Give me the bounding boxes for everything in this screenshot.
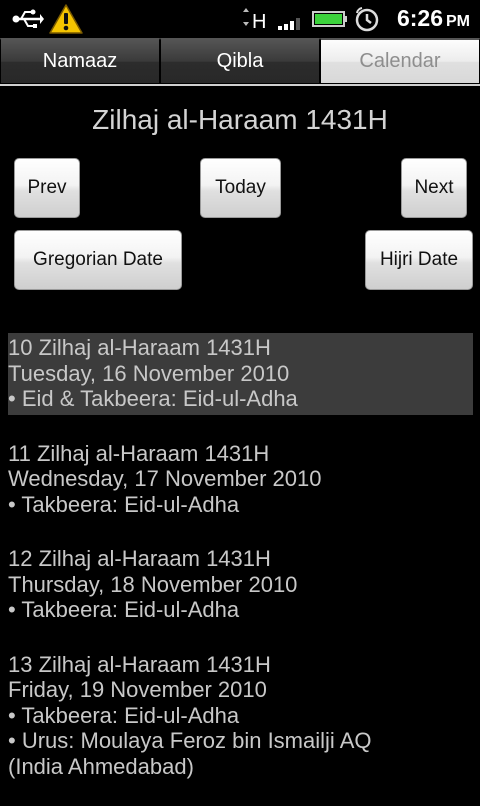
tab-qibla[interactable]: Qibla — [160, 38, 320, 84]
gregorian-date: Thursday, 18 November 2010 — [8, 571, 298, 597]
clock-time: 6:26 — [396, 5, 443, 31]
today-button[interactable]: Today — [200, 158, 281, 218]
day-list-item[interactable]: 12 Zilhaj al-Haraam 1431H Thursday, 18 N… — [8, 544, 473, 626]
battery-icon — [312, 11, 347, 27]
event-text: • Eid & Takbeera: Eid-ul-Adha — [8, 386, 298, 411]
tab-bar: Namaaz Qibla Calendar — [0, 38, 480, 84]
hijri-date-button[interactable]: Hijri Date — [365, 230, 473, 290]
network-type-label: H — [252, 11, 266, 32]
clock: 6:26 PM — [397, 5, 470, 33]
hijri-date: 11 Zilhaj al-Haraam 1431H — [8, 440, 270, 466]
gregorian-date: Tuesday, 16 November 2010 — [8, 360, 290, 386]
event-text: • Takbeera: Eid-ul-Adha — [8, 597, 240, 622]
hijri-date: 13 Zilhaj al-Haraam 1431H — [8, 651, 271, 677]
tab-namaaz[interactable]: Namaaz — [0, 38, 160, 84]
gregorian-date: Wednesday, 17 November 2010 — [8, 466, 322, 491]
gregorian-date: Friday, 19 November 2010 — [8, 677, 267, 702]
clock-ampm: PM — [446, 13, 470, 30]
warning-icon — [49, 4, 83, 34]
month-title: Zilhaj al-Haraam 1431H — [92, 104, 388, 135]
signal-icon: H — [243, 8, 300, 32]
usb-icon — [12, 9, 44, 28]
day-list-item[interactable]: 11 Zilhaj al-Haraam 1431H Wednesday, 17 … — [8, 439, 473, 521]
event-text: • Takbeera: Eid-ul-Adha — [8, 491, 240, 517]
event-text: • Takbeera: Eid-ul-Adha — [8, 702, 240, 728]
day-list-item[interactable]: 10 Zilhaj al-Haraam 1431H Tuesday, 16 No… — [8, 333, 473, 415]
next-button[interactable]: Next — [401, 158, 467, 218]
hijri-date: 10 Zilhaj al-Haraam 1431H — [8, 335, 271, 360]
event-text: • Urus: Moulaya Feroz bin Ismailji AQ — [8, 728, 372, 753]
tab-divider — [0, 84, 480, 86]
day-list-item[interactable]: 13 Zilhaj al-Haraam 1431H Friday, 19 Nov… — [8, 650, 473, 783]
prev-button[interactable]: Prev — [14, 158, 80, 218]
gregorian-date-button[interactable]: Gregorian Date — [14, 230, 182, 290]
tab-calendar[interactable]: Calendar — [320, 38, 480, 84]
hijri-date: 12 Zilhaj al-Haraam 1431H — [8, 546, 271, 571]
event-location: (India Ahmedabad) — [8, 753, 194, 779]
day-list: 10 Zilhaj al-Haraam 1431H Tuesday, 16 No… — [8, 333, 473, 806]
status-bar: H 6:26 PM — [0, 0, 480, 38]
alarm-icon — [355, 7, 379, 32]
